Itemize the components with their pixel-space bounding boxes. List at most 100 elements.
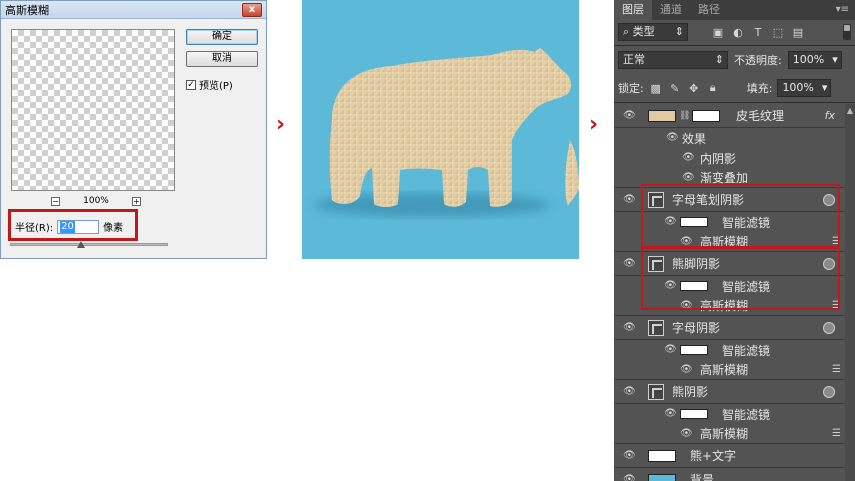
eye-icon[interactable]: 👁︎ [623,474,637,481]
bear-illustration [314,48,579,217]
effects-label: 效果 [682,131,707,146]
eye-icon[interactable]: 👁︎ [623,110,637,121]
close-button[interactable]: x [242,3,262,17]
eye-icon[interactable]: 👁︎ [664,409,678,419]
filter-row: ⌕ 类型 ⇕ ▣ ◐ T ⬚ ▤ [618,22,851,42]
filter-row-item[interactable]: 👁︎ 高斯模糊 ☰ [614,360,855,380]
filter-mask-thumbnail[interactable] [680,409,708,419]
layers-scrollbar[interactable] [845,104,855,481]
filter-mask-thumbnail[interactable] [680,345,708,355]
dialog-title-bar[interactable]: 高斯模糊 [1,1,266,19]
smart-filter-badge-icon[interactable] [823,385,835,398]
layer-row[interactable]: 👁︎ 背景 [614,468,855,481]
fill-input[interactable]: 100% ▾ [777,79,832,97]
eye-icon[interactable]: 👁︎ [664,345,678,355]
filter-name: 高斯模糊 [700,363,749,377]
lock-label: 锁定: [618,82,644,95]
blend-mode-value: 正常 [623,53,645,66]
tab-channels[interactable]: 通道 [652,0,690,20]
blend-mode-select[interactable]: 正常 ⇕ [618,51,728,69]
zoom-controls: − 100% + [51,195,141,207]
chevron-down-icon: ▾ [821,81,828,94]
eye-icon[interactable]: 👁︎ [680,428,694,439]
mask-thumbnail[interactable] [692,109,720,122]
preview-label: 预览(P) [199,81,233,92]
eye-icon[interactable]: 👁︎ [623,450,637,461]
layer-name: 字母阴影 [672,321,721,335]
eye-icon[interactable]: 👁︎ [623,386,637,397]
link-icon[interactable]: ⛓︎ [679,111,690,121]
divider [614,102,855,103]
layer-row[interactable]: 👁︎ 字母阴影 [614,316,855,340]
opacity-input[interactable]: 100% ▾ [787,51,842,69]
adjustment-filter-icon[interactable]: ◐ [730,24,746,40]
effects-row[interactable]: 👁︎ 效果 [614,128,855,148]
tab-layers[interactable]: 图层 [614,0,652,20]
layer-row[interactable]: 👁︎ ⛓︎ 皮毛纹理 fx [614,104,855,128]
panel-menu-icon[interactable]: ▾≡ [836,4,849,15]
filter-toggle[interactable] [843,24,851,40]
fill-label: 填充: [746,82,773,95]
highlight-box [641,247,840,310]
lock-pixels-icon[interactable]: ✎ [668,81,682,95]
bear-shape [329,48,572,207]
radius-value: 20 [60,220,75,233]
flow-arrow-2: › [589,112,599,137]
smart-object-filter-icon[interactable]: ▤ [790,24,806,40]
lock-transparent-icon[interactable]: ▩ [649,81,663,95]
scroll-up-icon[interactable]: ▲ [846,106,854,116]
blend-row: 正常 ⇕ 不透明度: 100% ▾ [618,50,851,70]
bear-edge [565,140,579,206]
preview-option[interactable]: ✓ 预览(P) [186,77,233,92]
smart-filter-badge-icon[interactable] [823,321,835,334]
type-filter-icon[interactable]: T [750,24,766,40]
smart-filter-row[interactable]: 👁︎ 智能滤镜 [614,404,855,424]
preview-canvas[interactable] [11,29,175,191]
eye-icon[interactable]: 👁︎ [682,172,696,183]
flow-arrow-1: › [276,112,286,137]
radius-slider[interactable] [10,243,168,246]
layer-name: 背景 [690,473,715,481]
radius-label: 半径(R): [15,223,54,234]
eye-icon[interactable]: 👁︎ [666,133,680,143]
preview-checkbox[interactable]: ✓ [186,79,196,90]
zoom-level: 100% [83,196,109,206]
updown-icon: ⇕ [714,53,724,66]
smart-object-thumbnail [648,383,664,400]
layer-name: 熊阴影 [672,385,709,399]
pixel-filter-icon[interactable]: ▣ [710,24,726,40]
radius-slider-thumb[interactable] [77,241,86,248]
eye-icon[interactable]: 👁︎ [623,322,637,333]
filter-kind-select[interactable]: ⌕ 类型 ⇕ [618,23,688,41]
eye-icon[interactable]: 👁︎ [623,258,637,269]
fx-icon[interactable]: fx [825,109,835,122]
opacity-value: 100% [792,53,825,66]
tab-paths[interactable]: 路径 [690,0,728,20]
filter-options-icon[interactable]: ☰ [832,428,841,439]
filter-row-item[interactable]: 👁︎ 高斯模糊 ☰ [614,424,855,444]
cancel-button[interactable]: 取消 [186,51,258,67]
layer-name: 熊+文字 [690,449,737,463]
layer-row[interactable]: 👁︎ 熊阴影 [614,380,855,404]
zoom-out-button[interactable]: − [51,196,60,206]
eye-icon[interactable]: 👁︎ [623,194,637,205]
ok-button[interactable]: 确定 [186,29,258,45]
smart-filter-label: 智能滤镜 [722,343,771,358]
effect-row[interactable]: 👁︎ 内阴影 [614,148,855,168]
zoom-in-button[interactable]: + [131,196,141,206]
radius-input[interactable]: 20 [57,219,100,234]
layer-thumbnail [648,473,676,481]
eye-icon[interactable]: 👁︎ [682,153,696,163]
radius-unit: 像素 [103,223,124,234]
smart-filter-row[interactable]: 👁︎ 智能滤镜 [614,340,855,360]
filter-options-icon[interactable]: ☰ [832,364,841,375]
updown-icon: ⇕ [674,25,684,38]
lock-position-icon[interactable]: ✥ [687,81,701,95]
lock-row: 锁定: ▩ ✎ ✥ 🔒︎ 填充: 100% ▾ [618,78,851,98]
lock-all-icon[interactable]: 🔒︎ [706,81,720,95]
eye-icon[interactable]: 👁︎ [680,364,694,375]
shape-filter-icon[interactable]: ⬚ [770,24,786,40]
filter-kind-value: 类型 [632,25,655,38]
opacity-label: 不透明度: [734,54,782,67]
layer-row[interactable]: 👁︎ 熊+文字 [614,444,855,468]
